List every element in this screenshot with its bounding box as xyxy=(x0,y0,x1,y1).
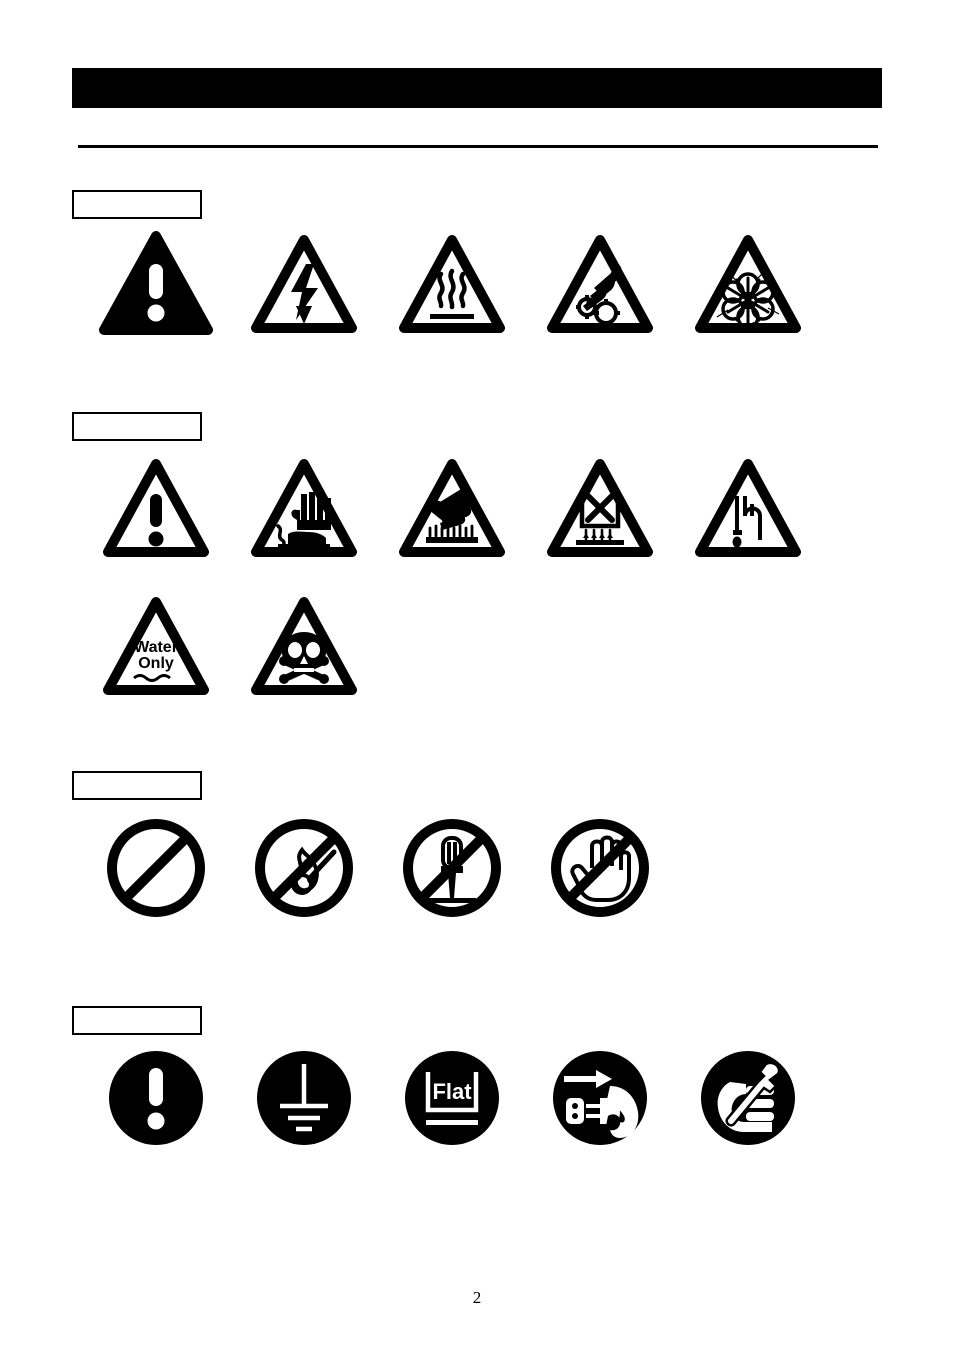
do-not-touch-hand-icon xyxy=(540,812,660,924)
header-black-bar xyxy=(72,68,882,108)
hot-surface-triangle-icon xyxy=(392,228,512,340)
corrosive-hand-triangle-icon xyxy=(244,452,364,564)
hot-plate-burn-hand-triangle-icon xyxy=(392,452,512,564)
svg-text:Only: Only xyxy=(138,655,174,672)
electric-shock-triangle-icon xyxy=(244,228,364,340)
warning-triangle-solid-icon xyxy=(96,228,216,340)
caution-icon-row-2: Water Only xyxy=(76,590,876,710)
no-open-flame-icon xyxy=(244,812,364,924)
unplug-from-mains-icon xyxy=(540,1042,660,1154)
drain-tube-drip-triangle-icon xyxy=(688,452,808,564)
header-horizontal-rule xyxy=(78,145,878,148)
toxic-skull-crossbones-triangle-icon xyxy=(244,590,364,702)
use-tool-wrench-hand-icon xyxy=(688,1042,808,1154)
mandatory-action-exclamation-icon xyxy=(96,1042,216,1154)
section-label-box-warning xyxy=(72,190,202,219)
no-disassembly-screwdriver-icon xyxy=(392,812,512,924)
page-number: 2 xyxy=(472,1288,482,1307)
mandatory-action-icon-row: Flat xyxy=(76,1042,876,1162)
section-label-box-mandatory xyxy=(72,1006,202,1035)
general-prohibition-icon xyxy=(96,812,216,924)
no-heating-empty-vessel-triangle-icon xyxy=(540,452,660,564)
section-label-box-caution xyxy=(72,412,202,441)
flat-label: Flat xyxy=(432,1079,472,1104)
section-label-box-prohibition xyxy=(72,771,202,800)
hand-crush-gears-triangle-icon xyxy=(540,228,660,340)
warning-icon-row xyxy=(76,228,876,348)
water-only-triangle-icon: Water Only xyxy=(96,590,216,702)
protective-earth-ground-icon xyxy=(244,1042,364,1154)
svg-text:Water: Water xyxy=(134,639,178,656)
caution-icon-row-1 xyxy=(76,452,876,572)
prohibition-icon-row xyxy=(76,812,876,932)
caution-triangle-outline-icon xyxy=(96,452,216,564)
place-on-flat-surface-icon: Flat xyxy=(392,1042,512,1154)
explosion-burst-triangle-icon xyxy=(688,228,808,340)
document-page: Water Only Flat 2 xyxy=(0,0,954,1350)
